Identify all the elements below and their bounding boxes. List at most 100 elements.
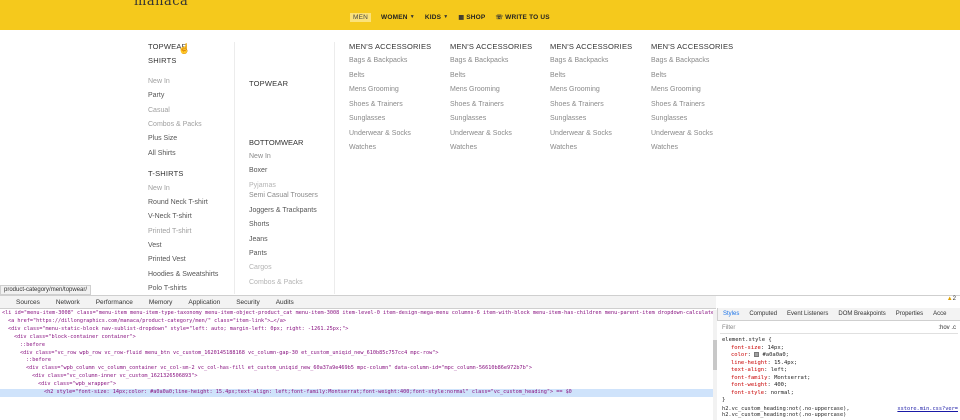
heading-mens-accessories[interactable]: MEN'S ACCESSORIES: [550, 40, 646, 54]
tab-performance[interactable]: Performance: [88, 299, 141, 306]
nav-shop[interactable]: ▦ SHOP: [458, 14, 485, 21]
dom-line-selected[interactable]: <h2 style="font-size: 14px;color: #a0a0a…: [0, 389, 713, 397]
link-watches[interactable]: Watches: [651, 141, 747, 156]
link-underwear[interactable]: Underwear & Socks: [349, 127, 445, 142]
link-belts[interactable]: Belts: [450, 69, 546, 84]
dom-line[interactable]: <div class="wpb_column vc_column_contain…: [0, 365, 713, 373]
link-hoodies[interactable]: Hoodies & Sweatshirts: [148, 268, 234, 282]
link-printed-vest[interactable]: Printed Vest: [148, 253, 234, 267]
dom-pseudo[interactable]: ::before: [0, 342, 713, 350]
link-underwear[interactable]: Underwear & Socks: [450, 127, 546, 142]
rule-prop[interactable]: font-family: Montserrat;: [722, 375, 958, 383]
stylesheet-link[interactable]: xstore.min.css?ver=: [897, 406, 958, 412]
link-underwear[interactable]: Underwear & Socks: [550, 127, 646, 142]
tab-audits[interactable]: Audits: [268, 299, 302, 306]
nav-write-to-us[interactable]: ☏ WRITE TO US: [495, 14, 549, 21]
rule-prop[interactable]: font-size: 14px;: [722, 345, 958, 353]
heading-mens-accessories[interactable]: MEN'S ACCESSORIES: [450, 40, 546, 54]
link-semi-casual-trousers[interactable]: Semi Casual Trousers: [249, 191, 339, 201]
link-sunglasses[interactable]: Sunglasses: [550, 112, 646, 127]
link-jeans[interactable]: Jeans: [249, 233, 339, 247]
link-pyjamas[interactable]: Pyjamas: [249, 181, 339, 191]
tab-memory[interactable]: Memory: [141, 299, 180, 306]
dom-line[interactable]: <div class="vc_row wpb_row vc_row-fluid …: [0, 350, 713, 358]
link-vest[interactable]: Vest: [148, 239, 234, 253]
tab-styles[interactable]: Styles: [718, 311, 744, 317]
rule-prop[interactable]: font-weight: 400;: [722, 382, 958, 390]
rule-prop[interactable]: line-height: 15.4px;: [722, 360, 958, 368]
tab-security[interactable]: Security: [228, 299, 267, 306]
heading-shirts[interactable]: SHIRTS: [148, 54, 234, 68]
link-v-neck[interactable]: V-Neck T-shirt: [148, 210, 234, 224]
link-bags[interactable]: Bags & Backpacks: [349, 54, 445, 69]
tab-sources[interactable]: Sources: [0, 299, 48, 306]
link-shirts-new-in[interactable]: New In: [148, 75, 234, 89]
link-bottom-new-in[interactable]: New In: [249, 150, 339, 164]
link-round-neck[interactable]: Round Neck T-shirt: [148, 196, 234, 210]
link-grooming[interactable]: Mens Grooming: [450, 83, 546, 98]
link-sunglasses[interactable]: Sunglasses: [651, 112, 747, 127]
rule-prop[interactable]: color: #a0a0a0;: [722, 352, 958, 360]
link-sunglasses[interactable]: Sunglasses: [349, 112, 445, 127]
dom-line[interactable]: <div class="menu-static-block nav-sublis…: [0, 326, 713, 334]
link-shoes[interactable]: Shoes & Trainers: [651, 98, 747, 113]
link-shorts[interactable]: Shorts: [249, 218, 339, 232]
tab-application[interactable]: Application: [180, 299, 228, 306]
tab-event-listeners[interactable]: Event Listeners: [782, 311, 833, 317]
link-shoes[interactable]: Shoes & Trainers: [349, 98, 445, 113]
rule-prop[interactable]: text-align: left;: [722, 367, 958, 375]
elements-scrollbar[interactable]: [713, 310, 717, 420]
heading-tshirts[interactable]: T-SHIRTS: [148, 167, 234, 181]
tab-computed[interactable]: Computed: [744, 311, 782, 317]
tab-network[interactable]: Network: [48, 299, 88, 306]
link-polo[interactable]: Polo T-shirts: [148, 282, 234, 294]
nav-women[interactable]: WOMEN ▼: [381, 14, 415, 21]
link-bottom-combos[interactable]: Combos & Packs: [249, 276, 339, 290]
link-belts[interactable]: Belts: [349, 69, 445, 84]
link-party[interactable]: Party: [148, 89, 234, 103]
dom-line[interactable]: <div class="vc_column-inner vc_custom_16…: [0, 373, 713, 381]
link-grooming[interactable]: Mens Grooming: [651, 83, 747, 98]
nav-men[interactable]: MEN: [350, 12, 372, 22]
link-all-shirts[interactable]: All Shirts: [148, 147, 234, 161]
dom-line[interactable]: <div class="block-container container">: [0, 334, 713, 342]
link-belts[interactable]: Belts: [651, 69, 747, 84]
heading-topwear[interactable]: TOPWEAR: [148, 40, 234, 54]
link-plus-size[interactable]: Plus Size: [148, 132, 234, 146]
heading-mens-accessories[interactable]: MEN'S ACCESSORIES: [349, 40, 445, 54]
link-shoes[interactable]: Shoes & Trainers: [550, 98, 646, 113]
tab-accessibility[interactable]: Acce: [928, 311, 951, 317]
tab-dom-breakpoints[interactable]: DOM Breakpoints: [833, 311, 890, 317]
site-logo[interactable]: manaca: [134, 0, 188, 9]
dom-line[interactable]: <a href="https://dillongraphics.com/mana…: [0, 318, 713, 326]
link-underwear[interactable]: Underwear & Socks: [651, 127, 747, 142]
link-watches[interactable]: Watches: [349, 141, 445, 156]
hover-toggle[interactable]: :hov .c: [938, 323, 956, 334]
dom-pseudo[interactable]: ::before: [0, 357, 713, 365]
color-swatch[interactable]: [754, 352, 760, 357]
link-printed-tshirt[interactable]: Printed T-shirt: [148, 225, 234, 239]
link-belts[interactable]: Belts: [550, 69, 646, 84]
tab-properties[interactable]: Properties: [891, 311, 928, 317]
styles-filter[interactable]: Filter :hov .c: [720, 323, 958, 334]
link-shoes[interactable]: Shoes & Trainers: [450, 98, 546, 113]
dom-line[interactable]: <li id="menu-item-3008" class="menu-item…: [0, 310, 713, 318]
link-boxer[interactable]: Boxer: [249, 164, 339, 178]
link-casual[interactable]: Casual: [148, 104, 234, 118]
link-cargos[interactable]: Cargos: [249, 261, 339, 275]
dom-line[interactable]: <div class="wpb_wrapper">: [0, 381, 713, 389]
link-tshirts-new-in[interactable]: New In: [148, 182, 234, 196]
link-bags[interactable]: Bags & Backpacks: [550, 54, 646, 69]
nav-kids[interactable]: KIDS ▼: [425, 14, 449, 21]
link-bags[interactable]: Bags & Backpacks: [651, 54, 747, 69]
link-grooming[interactable]: Mens Grooming: [349, 83, 445, 98]
warning-counter[interactable]: ▲2: [947, 296, 956, 302]
rule-prop[interactable]: font-style: normal;: [722, 390, 958, 398]
link-grooming[interactable]: Mens Grooming: [550, 83, 646, 98]
link-watches[interactable]: Watches: [450, 141, 546, 156]
link-joggers[interactable]: Joggers & Trackpants: [249, 204, 339, 218]
link-sunglasses[interactable]: Sunglasses: [450, 112, 546, 127]
link-pants[interactable]: Pants: [249, 247, 339, 261]
heading-mens-accessories[interactable]: MEN'S ACCESSORIES: [651, 40, 747, 54]
link-watches[interactable]: Watches: [550, 141, 646, 156]
